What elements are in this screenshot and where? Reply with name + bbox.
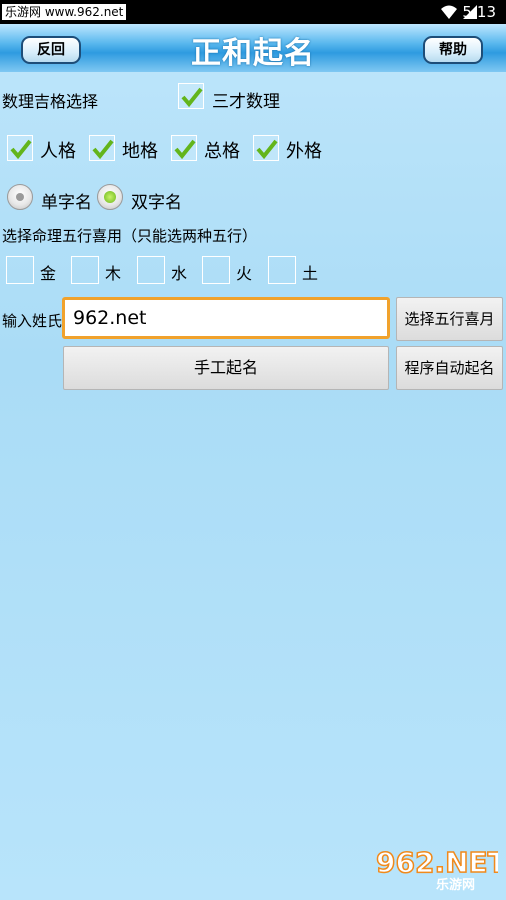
grid-checkbox-dige[interactable] <box>89 135 115 161</box>
sancai-label: 三才数理 <box>212 92 280 112</box>
grid-label-waige: 外格 <box>286 141 322 162</box>
numerology-label: 数理吉格选择 <box>2 92 99 111</box>
check-icon <box>174 139 196 160</box>
element-checkbox-tu[interactable] <box>268 256 296 284</box>
element-checkbox-jin[interactable] <box>6 256 34 284</box>
grid-checkbox-renge[interactable] <box>7 135 33 161</box>
watermark-sub-text: 乐游网 <box>436 877 475 892</box>
watermark-logo: 962.NET 乐游网 <box>372 842 506 893</box>
element-label-shui: 水 <box>171 264 188 283</box>
clock: 5:13 <box>462 3 496 21</box>
select-elements-button[interactable]: 选择五行喜月 <box>396 297 503 341</box>
grid-label-dige: 地格 <box>122 141 158 162</box>
surname-label: 输入姓氏 <box>2 312 63 330</box>
grid-checkbox-waige[interactable] <box>253 135 279 161</box>
check-icon <box>10 139 32 160</box>
element-label-tu: 土 <box>302 264 319 283</box>
element-label-mu: 木 <box>105 264 122 283</box>
grid-label-renge: 人格 <box>40 141 76 162</box>
single-char-label: 单字名 <box>41 193 92 213</box>
auto-naming-button[interactable]: 程序自动起名 <box>396 346 503 390</box>
double-char-label: 双字名 <box>131 193 182 213</box>
app-header: 反回 正和起名 帮助 <box>0 24 506 72</box>
element-label-huo: 火 <box>236 264 253 283</box>
element-label-jin: 金 <box>40 264 57 283</box>
check-icon <box>256 139 278 160</box>
element-checkbox-shui[interactable] <box>137 256 165 284</box>
single-char-radio[interactable] <box>7 184 33 210</box>
elements-section-label: 选择命理五行喜用（只能选两种五行） <box>2 227 258 245</box>
sancai-checkbox[interactable] <box>178 83 204 109</box>
source-label: 乐游网 www.962.net <box>2 4 127 20</box>
status-bar: 乐游网 www.962.net 5:13 <box>0 0 506 24</box>
element-checkbox-mu[interactable] <box>71 256 99 284</box>
check-icon <box>92 139 114 160</box>
double-char-radio[interactable] <box>97 184 123 210</box>
element-checkbox-huo[interactable] <box>202 256 230 284</box>
wifi-icon <box>440 4 458 24</box>
manual-naming-button[interactable]: 手工起名 <box>63 346 389 390</box>
grid-checkbox-zongge[interactable] <box>171 135 197 161</box>
check-icon <box>181 87 203 108</box>
watermark-logo-text: 962.NET <box>376 846 498 879</box>
grid-label-zongge: 总格 <box>204 141 240 162</box>
help-button[interactable]: 帮助 <box>423 36 483 64</box>
surname-input[interactable]: 962.net <box>62 297 390 339</box>
